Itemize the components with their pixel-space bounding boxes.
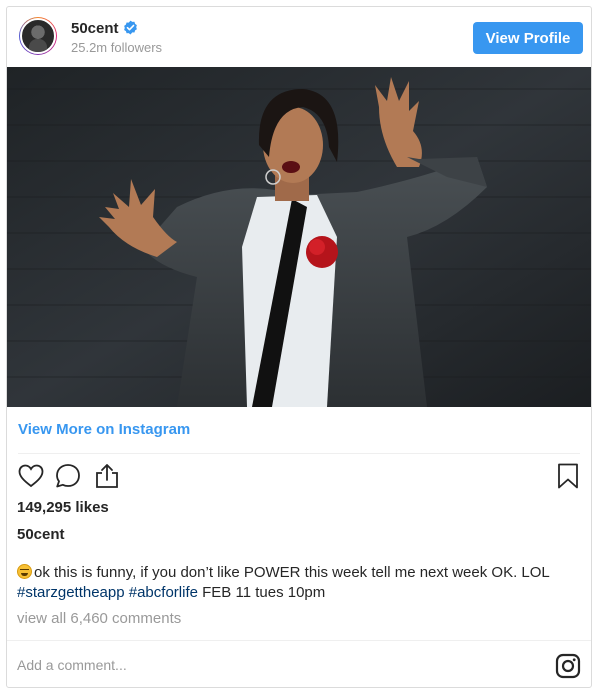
view-more-link[interactable]: View More on Instagram <box>18 421 190 438</box>
action-bar <box>7 459 591 499</box>
post-caption: ok this is funny, if you don’t like POWE… <box>17 563 577 603</box>
view-profile-button[interactable]: View Profile <box>473 22 583 54</box>
speech-bubble-icon[interactable] <box>52 459 84 493</box>
divider <box>18 453 580 454</box>
hashtag-link[interactable]: #starzgettheapp <box>17 584 125 601</box>
heart-icon[interactable] <box>15 459 47 493</box>
share-icon[interactable] <box>91 459 123 493</box>
follower-count: 25.2m followers <box>71 40 163 55</box>
caption-tail: FEB 11 tues 10pm <box>202 584 326 601</box>
username-text[interactable]: 50cent <box>71 20 119 37</box>
divider <box>7 640 591 641</box>
post-image[interactable] <box>7 67 591 407</box>
caption-text: ok this is funny, if you don’t like POWE… <box>34 564 550 581</box>
bookmark-icon[interactable] <box>552 459 584 493</box>
avatar[interactable] <box>19 17 57 55</box>
caption-username[interactable]: 50cent <box>17 526 65 543</box>
hashtag-link[interactable]: #abcforlife <box>129 584 198 601</box>
add-comment-field[interactable]: Add a comment... <box>17 657 127 673</box>
instagram-embed-card: 50cent 25.2m followers View Profile View… <box>6 6 592 688</box>
username[interactable]: 50cent <box>71 20 138 39</box>
like-count[interactable]: 149,295 likes <box>17 499 109 516</box>
grinning-squinting-face-emoji <box>17 564 32 579</box>
avatar-image <box>20 18 56 54</box>
post-header: 50cent 25.2m followers View Profile <box>7 7 591 67</box>
instagram-logo-icon[interactable] <box>555 653 581 679</box>
verified-badge-icon <box>123 20 138 39</box>
view-comments-link[interactable]: view all 6,460 comments <box>17 610 181 627</box>
